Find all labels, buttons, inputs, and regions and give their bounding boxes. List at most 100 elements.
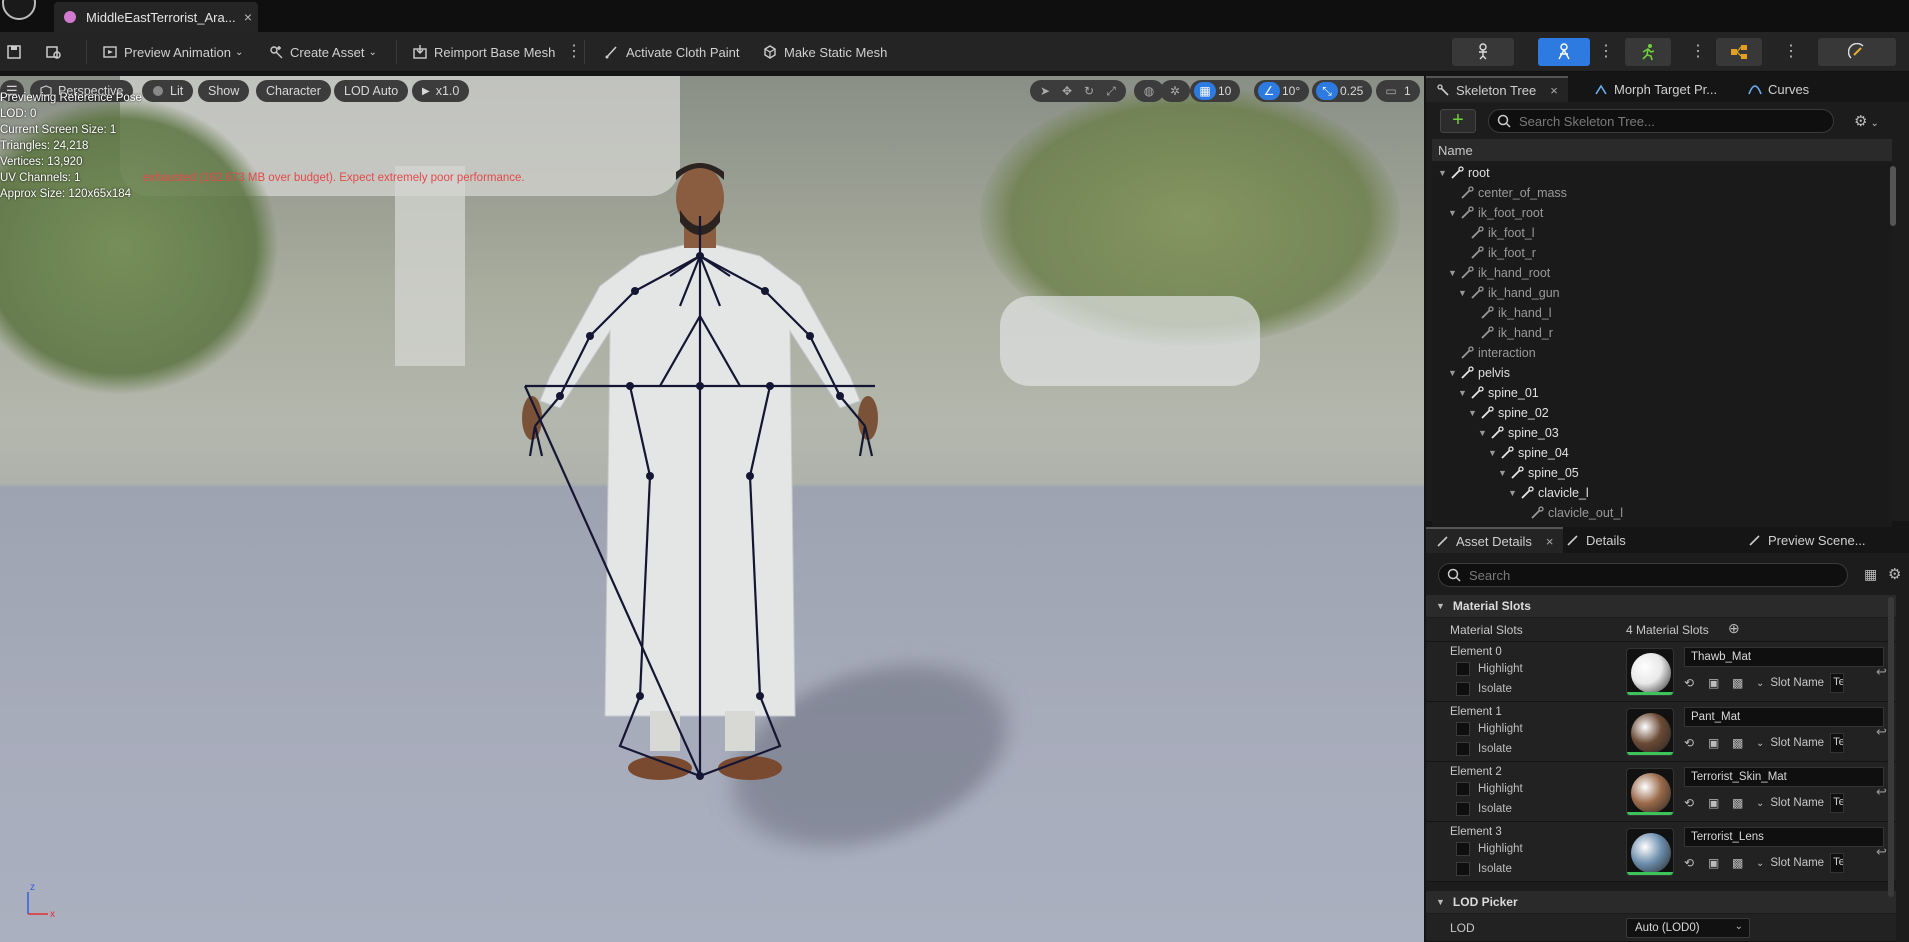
lod-button[interactable]: LOD Auto xyxy=(334,80,409,102)
preview-viewport[interactable]: ☰ Perspective Lit Show Character LOD Aut… xyxy=(0,76,1424,942)
slot-name-field[interactable]: Te xyxy=(1830,733,1845,753)
character-button[interactable]: Character xyxy=(256,80,331,102)
checker-icon[interactable]: ▩ xyxy=(1732,856,1746,870)
show-button[interactable]: Show xyxy=(198,80,250,102)
use-selected-icon[interactable]: ⟲ xyxy=(1684,676,1698,690)
browse-icon[interactable]: ▣ xyxy=(1708,796,1722,810)
scale-snap-group[interactable]: ⤡ 0.25 xyxy=(1312,80,1373,102)
material-slots-section[interactable]: ▼ Material Slots xyxy=(1426,595,1896,617)
tab-asset-details[interactable]: Asset Details × xyxy=(1426,527,1564,553)
checker-icon[interactable]: ▩ xyxy=(1732,796,1746,810)
reset-to-default-icon[interactable]: ↩ xyxy=(1876,724,1887,740)
bone-row[interactable]: center_of_mass xyxy=(1432,183,1892,203)
use-selected-icon[interactable]: ⟲ xyxy=(1684,736,1698,750)
bone-row[interactable]: ▼ spine_05 xyxy=(1432,463,1892,483)
material-thumbnail[interactable] xyxy=(1626,708,1674,756)
use-selected-icon[interactable]: ⟲ xyxy=(1684,856,1698,870)
skeleton-settings-button[interactable]: ⚙ ⌄ xyxy=(1854,112,1879,130)
skeletal-mesh-mode-button[interactable] xyxy=(1538,38,1590,66)
slot-name-field[interactable]: Te xyxy=(1830,853,1845,873)
slot-name-field[interactable]: Te xyxy=(1830,793,1845,813)
material-thumbnail[interactable] xyxy=(1626,768,1674,816)
tab-preview-scene[interactable]: Preview Scene... xyxy=(1748,527,1866,553)
select-icon[interactable]: ➤ xyxy=(1034,82,1056,100)
physics-mode-button[interactable] xyxy=(1818,38,1896,66)
bone-row[interactable]: ▼ spine_04 xyxy=(1432,443,1892,463)
browse-icon[interactable]: ▣ xyxy=(1708,736,1722,750)
table-view-icon[interactable]: ▦ xyxy=(1864,566,1877,583)
browse-asset-button[interactable] xyxy=(46,41,68,63)
reset-to-default-icon[interactable]: ↩ xyxy=(1876,784,1887,800)
save-button[interactable] xyxy=(6,41,28,63)
rotate-snap-group[interactable]: ∠ 10° xyxy=(1254,80,1310,102)
browse-icon[interactable]: ▣ xyxy=(1708,856,1722,870)
chevron-down-icon[interactable]: ⌄ xyxy=(1756,678,1764,689)
animation-mode-options-button[interactable]: ⋮ xyxy=(1690,41,1706,61)
blueprint-mode-options-button[interactable]: ⋮ xyxy=(1783,41,1799,61)
slot-name-field[interactable]: Te xyxy=(1830,673,1845,693)
bone-row[interactable]: ▼ root xyxy=(1432,163,1892,183)
bone-row[interactable]: ▼ pelvis xyxy=(1432,363,1892,383)
isolate-checkbox[interactable] xyxy=(1456,802,1470,816)
bone-row[interactable]: clavicle_out_l xyxy=(1432,503,1892,523)
bone-row[interactable]: ▼ ik_foot_root xyxy=(1432,203,1892,223)
preview-animation-button[interactable]: Preview Animation ⌄ xyxy=(102,41,243,63)
tab-skeleton-tree[interactable]: Skeleton Tree × xyxy=(1426,76,1568,102)
create-asset-button[interactable]: Create Asset ⌄ xyxy=(268,41,377,63)
material-thumbnail[interactable] xyxy=(1626,828,1674,876)
material-picker[interactable]: Terrorist_Lens xyxy=(1684,827,1884,847)
chevron-down-icon[interactable]: ⌄ xyxy=(1756,738,1764,749)
rotate-icon[interactable]: ↻ xyxy=(1078,82,1100,100)
chevron-down-icon[interactable]: ⌄ xyxy=(1756,858,1764,869)
expand-arrow-icon[interactable]: ▼ xyxy=(1478,428,1488,438)
expand-arrow-icon[interactable]: ▼ xyxy=(1458,388,1468,398)
bone-row[interactable]: ik_hand_l xyxy=(1432,303,1892,323)
scale-icon[interactable]: ⤢ xyxy=(1100,82,1122,100)
bone-row[interactable]: ik_hand_r xyxy=(1432,323,1892,343)
close-tab-button[interactable]: × xyxy=(1546,534,1554,549)
expand-arrow-icon[interactable]: ▼ xyxy=(1448,368,1458,378)
material-thumbnail[interactable] xyxy=(1626,648,1674,696)
material-picker[interactable]: Thawb_Mat xyxy=(1684,647,1884,667)
checker-icon[interactable]: ▩ xyxy=(1732,676,1746,690)
bone-row[interactable]: ▼ clavicle_l xyxy=(1432,483,1892,503)
material-picker[interactable]: Pant_Mat xyxy=(1684,707,1884,727)
tab-details[interactable]: Details xyxy=(1566,527,1626,553)
details-scrollbar[interactable] xyxy=(1888,597,1894,897)
bone-row[interactable]: interaction xyxy=(1432,343,1892,363)
add-bone-button[interactable]: + xyxy=(1440,109,1476,133)
lod-select[interactable]: Auto (LOD0) ⌄ xyxy=(1626,918,1750,938)
isolate-checkbox[interactable] xyxy=(1456,862,1470,876)
bone-row[interactable]: ▼ spine_02 xyxy=(1432,403,1892,423)
move-icon[interactable]: ✥ xyxy=(1056,82,1078,100)
chevron-down-icon[interactable]: ⌄ xyxy=(1756,798,1764,809)
gear-icon[interactable]: ⚙ xyxy=(1888,565,1901,583)
skeleton-mode-button[interactable] xyxy=(1452,38,1514,66)
tree-scrollbar[interactable] xyxy=(1890,166,1896,226)
unreal-logo-icon[interactable] xyxy=(2,0,36,20)
highlight-checkbox[interactable] xyxy=(1456,662,1470,676)
skeleton-search-input[interactable]: Search Skeleton Tree... xyxy=(1488,109,1834,133)
reset-to-default-icon[interactable]: ↩ xyxy=(1876,664,1887,680)
bone-row[interactable]: ▼ spine_03 xyxy=(1432,423,1892,443)
expand-arrow-icon[interactable]: ▼ xyxy=(1458,288,1468,298)
expand-arrow-icon[interactable]: ▼ xyxy=(1498,468,1508,478)
tab-curves[interactable]: Curves xyxy=(1748,76,1809,102)
document-tab[interactable]: MiddleEastTerrorist_Ara... × xyxy=(54,2,258,32)
bone-row[interactable]: ik_foot_r xyxy=(1432,243,1892,263)
expand-arrow-icon[interactable]: ▼ xyxy=(1448,268,1458,278)
highlight-checkbox[interactable] xyxy=(1456,782,1470,796)
bone-row[interactable]: ▼ spine_01 xyxy=(1432,383,1892,403)
camera-speed-group[interactable]: ▭ 1 xyxy=(1376,80,1420,102)
expand-arrow-icon[interactable]: ▼ xyxy=(1508,488,1518,498)
expand-arrow-icon[interactable]: ▼ xyxy=(1438,168,1448,178)
details-search-input[interactable]: Search xyxy=(1438,563,1848,587)
make-static-mesh-button[interactable]: Make Static Mesh xyxy=(762,41,887,63)
expand-arrow-icon[interactable]: ▼ xyxy=(1488,448,1498,458)
highlight-checkbox[interactable] xyxy=(1456,842,1470,856)
reset-to-default-icon[interactable]: ↩ xyxy=(1876,844,1887,860)
play-rate-button[interactable]: ▶ x1.0 xyxy=(412,80,470,102)
name-column-header[interactable]: Name xyxy=(1432,139,1892,161)
reimport-options-button[interactable]: ⋮ xyxy=(566,41,582,61)
add-material-slot-icon[interactable]: ⊕ xyxy=(1728,620,1740,637)
